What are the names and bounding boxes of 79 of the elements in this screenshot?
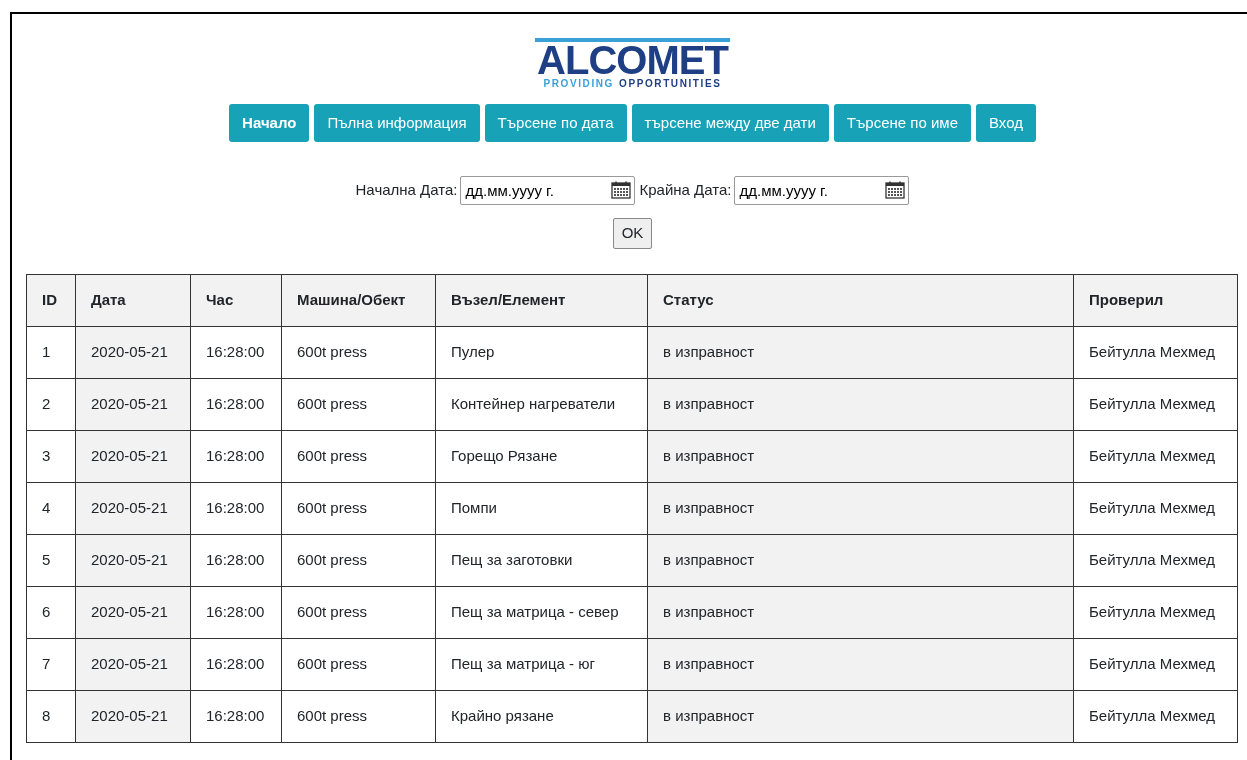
table-cell: 1	[26, 326, 76, 379]
table-cell: 600t press	[281, 586, 436, 639]
table-cell: Пещ за матрица - север	[435, 586, 648, 639]
table-cell: 600t press	[281, 482, 436, 535]
table-cell: в изправност	[647, 586, 1074, 639]
column-header: Статус	[647, 274, 1074, 327]
table-cell: 2020-05-21	[75, 378, 191, 431]
table-cell: 16:28:00	[190, 586, 282, 639]
table-cell: 2020-05-21	[75, 690, 191, 743]
table-cell: Бейтулла Мехмед	[1073, 586, 1238, 639]
table-cell: 8	[26, 690, 76, 743]
date-field[interactable]: дд.мм.уууу г.	[460, 176, 636, 205]
column-header: Машина/Обект	[281, 274, 436, 327]
table-cell: 2020-05-21	[75, 430, 191, 483]
table-cell: 2020-05-21	[75, 326, 191, 379]
column-header: Възел/Елемент	[435, 274, 648, 327]
table-cell: 600t press	[281, 326, 436, 379]
column-header: Дата	[75, 274, 191, 327]
table-cell: 6	[26, 586, 76, 639]
table-cell: 16:28:00	[190, 482, 282, 535]
table-cell: в изправност	[647, 534, 1074, 587]
table-cell: Крайно рязане	[435, 690, 648, 743]
nav-tab[interactable]: Търсене по име	[833, 104, 971, 142]
table-cell: Пещ за матрица - юг	[435, 638, 648, 691]
table-cell: в изправност	[647, 690, 1074, 743]
table-cell: 2020-05-21	[75, 638, 191, 691]
nav-tab[interactable]: Начало	[229, 104, 310, 142]
table-cell: 16:28:00	[190, 534, 282, 587]
column-header: Проверил	[1073, 274, 1238, 327]
table-cell: 5	[26, 534, 76, 587]
table-cell: 16:28:00	[190, 638, 282, 691]
table-cell: 2020-05-21	[75, 534, 191, 587]
table-cell: Помпи	[435, 482, 648, 535]
table-cell: 600t press	[281, 638, 436, 691]
table-cell: 2020-05-21	[75, 482, 191, 535]
table-cell: Бейтулла Мехмед	[1073, 378, 1238, 431]
table-cell: 2020-05-21	[75, 586, 191, 639]
table-cell: Бейтулла Мехмед	[1073, 482, 1238, 535]
table-cell: Бейтулла Мехмед	[1073, 690, 1238, 743]
date-label: Крайна Дата:	[639, 180, 732, 201]
date-label: Начална Дата:	[355, 180, 458, 201]
table-cell: в изправност	[647, 638, 1074, 691]
nav-tab[interactable]: Пълна информация	[314, 104, 480, 142]
calendar-icon[interactable]	[885, 181, 906, 199]
table-cell: в изправност	[647, 482, 1074, 535]
table-cell: в изправност	[647, 326, 1074, 379]
table-cell: Бейтулла Мехмед	[1073, 638, 1238, 691]
table-cell: 16:28:00	[190, 326, 282, 379]
table-cell: 16:28:00	[190, 430, 282, 483]
table-cell: 4	[26, 482, 76, 535]
table-cell: Контейнер нагреватели	[435, 378, 648, 431]
ok-button[interactable]: OK	[612, 218, 653, 249]
column-header: Час	[190, 274, 282, 327]
table-cell: в изправност	[647, 378, 1074, 431]
table-cell: 600t press	[281, 534, 436, 587]
table-cell: 600t press	[281, 690, 436, 743]
table-cell: 16:28:00	[190, 378, 282, 431]
table-cell: 3	[26, 430, 76, 483]
table-cell: Горещо Рязане	[435, 430, 648, 483]
table-cell: 600t press	[281, 430, 436, 483]
table-cell: 600t press	[281, 378, 436, 431]
column-header: ID	[26, 274, 76, 327]
table-cell: в изправност	[647, 430, 1074, 483]
table-cell: 2	[26, 378, 76, 431]
table-cell: Бейтулла Мехмед	[1073, 534, 1238, 587]
table-cell: 7	[26, 638, 76, 691]
table-cell: Бейтулла Мехмед	[1073, 430, 1238, 483]
table-cell: Пулер	[435, 326, 648, 379]
nav-tab[interactable]: търсене между две дати	[631, 104, 829, 142]
calendar-icon[interactable]	[611, 181, 632, 199]
logo-wordmark: ALCOMET	[535, 38, 730, 78]
nav-tab[interactable]: Търсене по дата	[484, 104, 627, 142]
date-field[interactable]: дд.мм.уууу г.	[734, 176, 910, 205]
nav-tab[interactable]: Вход	[976, 104, 1036, 142]
logo-tagline: OPPORTUNITIES	[619, 78, 722, 90]
table-cell: Бейтулла Мехмед	[1073, 326, 1238, 379]
table-cell: 16:28:00	[190, 690, 282, 743]
table-cell: Пещ за заготовки	[435, 534, 648, 587]
logo-tagline: PROVIDING	[543, 78, 614, 90]
